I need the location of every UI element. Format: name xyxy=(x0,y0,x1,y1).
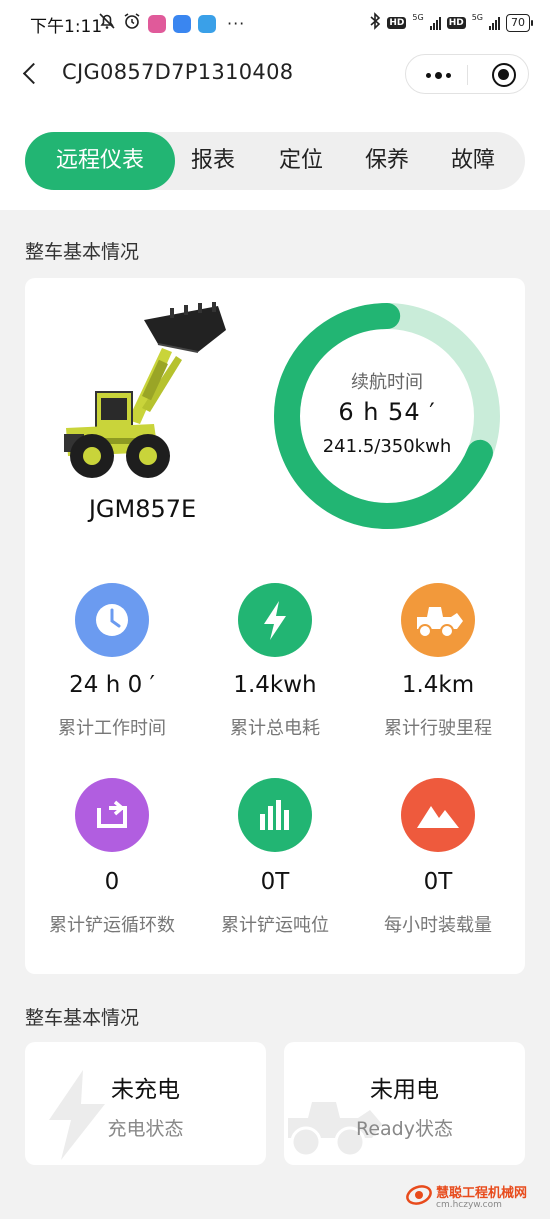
status-bar: 下午1:11 ··· HD 5G HD 5G 70 xyxy=(0,0,550,46)
ready-status-card[interactable]: 未用电 Ready状态 xyxy=(284,1042,525,1165)
close-miniprogram-icon[interactable] xyxy=(492,63,516,87)
signal-icon xyxy=(489,16,500,30)
back-button[interactable] xyxy=(16,58,46,88)
stat-value: 0 xyxy=(104,869,120,895)
bluetooth-icon xyxy=(369,12,381,34)
charging-status-label: 充电状态 xyxy=(107,1118,184,1140)
stat-value: 0T xyxy=(260,869,290,895)
tab-bar: 远程仪表 报表 定位 保养 故障 xyxy=(25,132,525,190)
app-notification-icon xyxy=(198,14,216,33)
app-notification-icon xyxy=(148,14,166,33)
alarm-clock-icon xyxy=(123,12,141,35)
stat-label: 累计行驶里程 xyxy=(384,718,492,739)
network-type: 5G xyxy=(412,12,424,22)
gauge-energy: 241.5/350kwh xyxy=(322,436,452,457)
mute-bell-icon xyxy=(98,12,116,35)
nav-bar: CJG0857D7P1310408 xyxy=(0,46,550,102)
loader-icon xyxy=(401,583,475,657)
stat-value: 1.4km xyxy=(401,672,475,698)
wheel-loader-image xyxy=(58,300,228,480)
hd-badge: HD xyxy=(387,17,407,29)
tab-reports[interactable]: 报表 xyxy=(177,132,249,190)
mountain-icon xyxy=(401,778,475,852)
mini-program-capsule xyxy=(405,54,529,94)
watermark-url: cm.hczyw.com xyxy=(436,1200,502,1210)
site-watermark: 慧聪工程机械网 cm.hczyw.com xyxy=(406,1176,546,1216)
watermark-logo-icon xyxy=(406,1185,432,1205)
app-notification-icon xyxy=(173,14,191,33)
page-title: CJG0857D7P1310408 xyxy=(62,60,294,84)
ready-status-value: 未用电 xyxy=(370,1077,439,1103)
stat-label: 累计铲运吨位 xyxy=(221,915,329,936)
battery-indicator: 70 xyxy=(506,14,533,32)
cycle-icon xyxy=(75,778,149,852)
vehicle-model: JGM857E xyxy=(88,495,197,523)
tab-location[interactable]: 定位 xyxy=(265,132,337,190)
section-title: 整车基本情况 xyxy=(25,1007,140,1029)
gauge-label: 续航时间 xyxy=(351,372,423,393)
signal-icon xyxy=(429,16,441,30)
gauge-value: 6 h 54 ′ xyxy=(338,398,436,426)
stat-value: 1.4kwh xyxy=(233,672,317,698)
network-type: 5G xyxy=(471,12,483,22)
stat-label: 累计工作时间 xyxy=(58,718,166,739)
stat-value: 0T xyxy=(423,869,453,895)
bar-chart-icon xyxy=(238,778,312,852)
section-title: 整车基本情况 xyxy=(25,241,140,263)
stat-label: 每小时装载量 xyxy=(384,915,492,936)
tab-remote-dashboard[interactable]: 远程仪表 xyxy=(25,132,175,190)
tab-maintenance[interactable]: 保养 xyxy=(351,132,423,190)
status-time: 下午1:11 xyxy=(30,17,103,37)
lightning-icon xyxy=(238,583,312,657)
clock-icon xyxy=(75,583,149,657)
more-options-icon[interactable] xyxy=(421,65,455,85)
hd-badge: HD xyxy=(446,17,466,29)
stat-label: 累计铲运循环数 xyxy=(49,915,175,936)
stat-value: 24 h 0 ′ xyxy=(69,672,155,698)
watermark-name: 慧聪工程机械网 xyxy=(436,1186,528,1201)
charging-status-card[interactable]: 未充电 充电状态 xyxy=(25,1042,266,1165)
more-notifications-icon: ··· xyxy=(227,14,246,33)
ready-status-label: Ready状态 xyxy=(356,1118,453,1140)
tab-faults[interactable]: 故障 xyxy=(437,132,509,190)
stat-label: 累计总电耗 xyxy=(230,718,320,739)
charging-status-value: 未充电 xyxy=(111,1077,180,1103)
capsule-divider xyxy=(467,65,468,85)
